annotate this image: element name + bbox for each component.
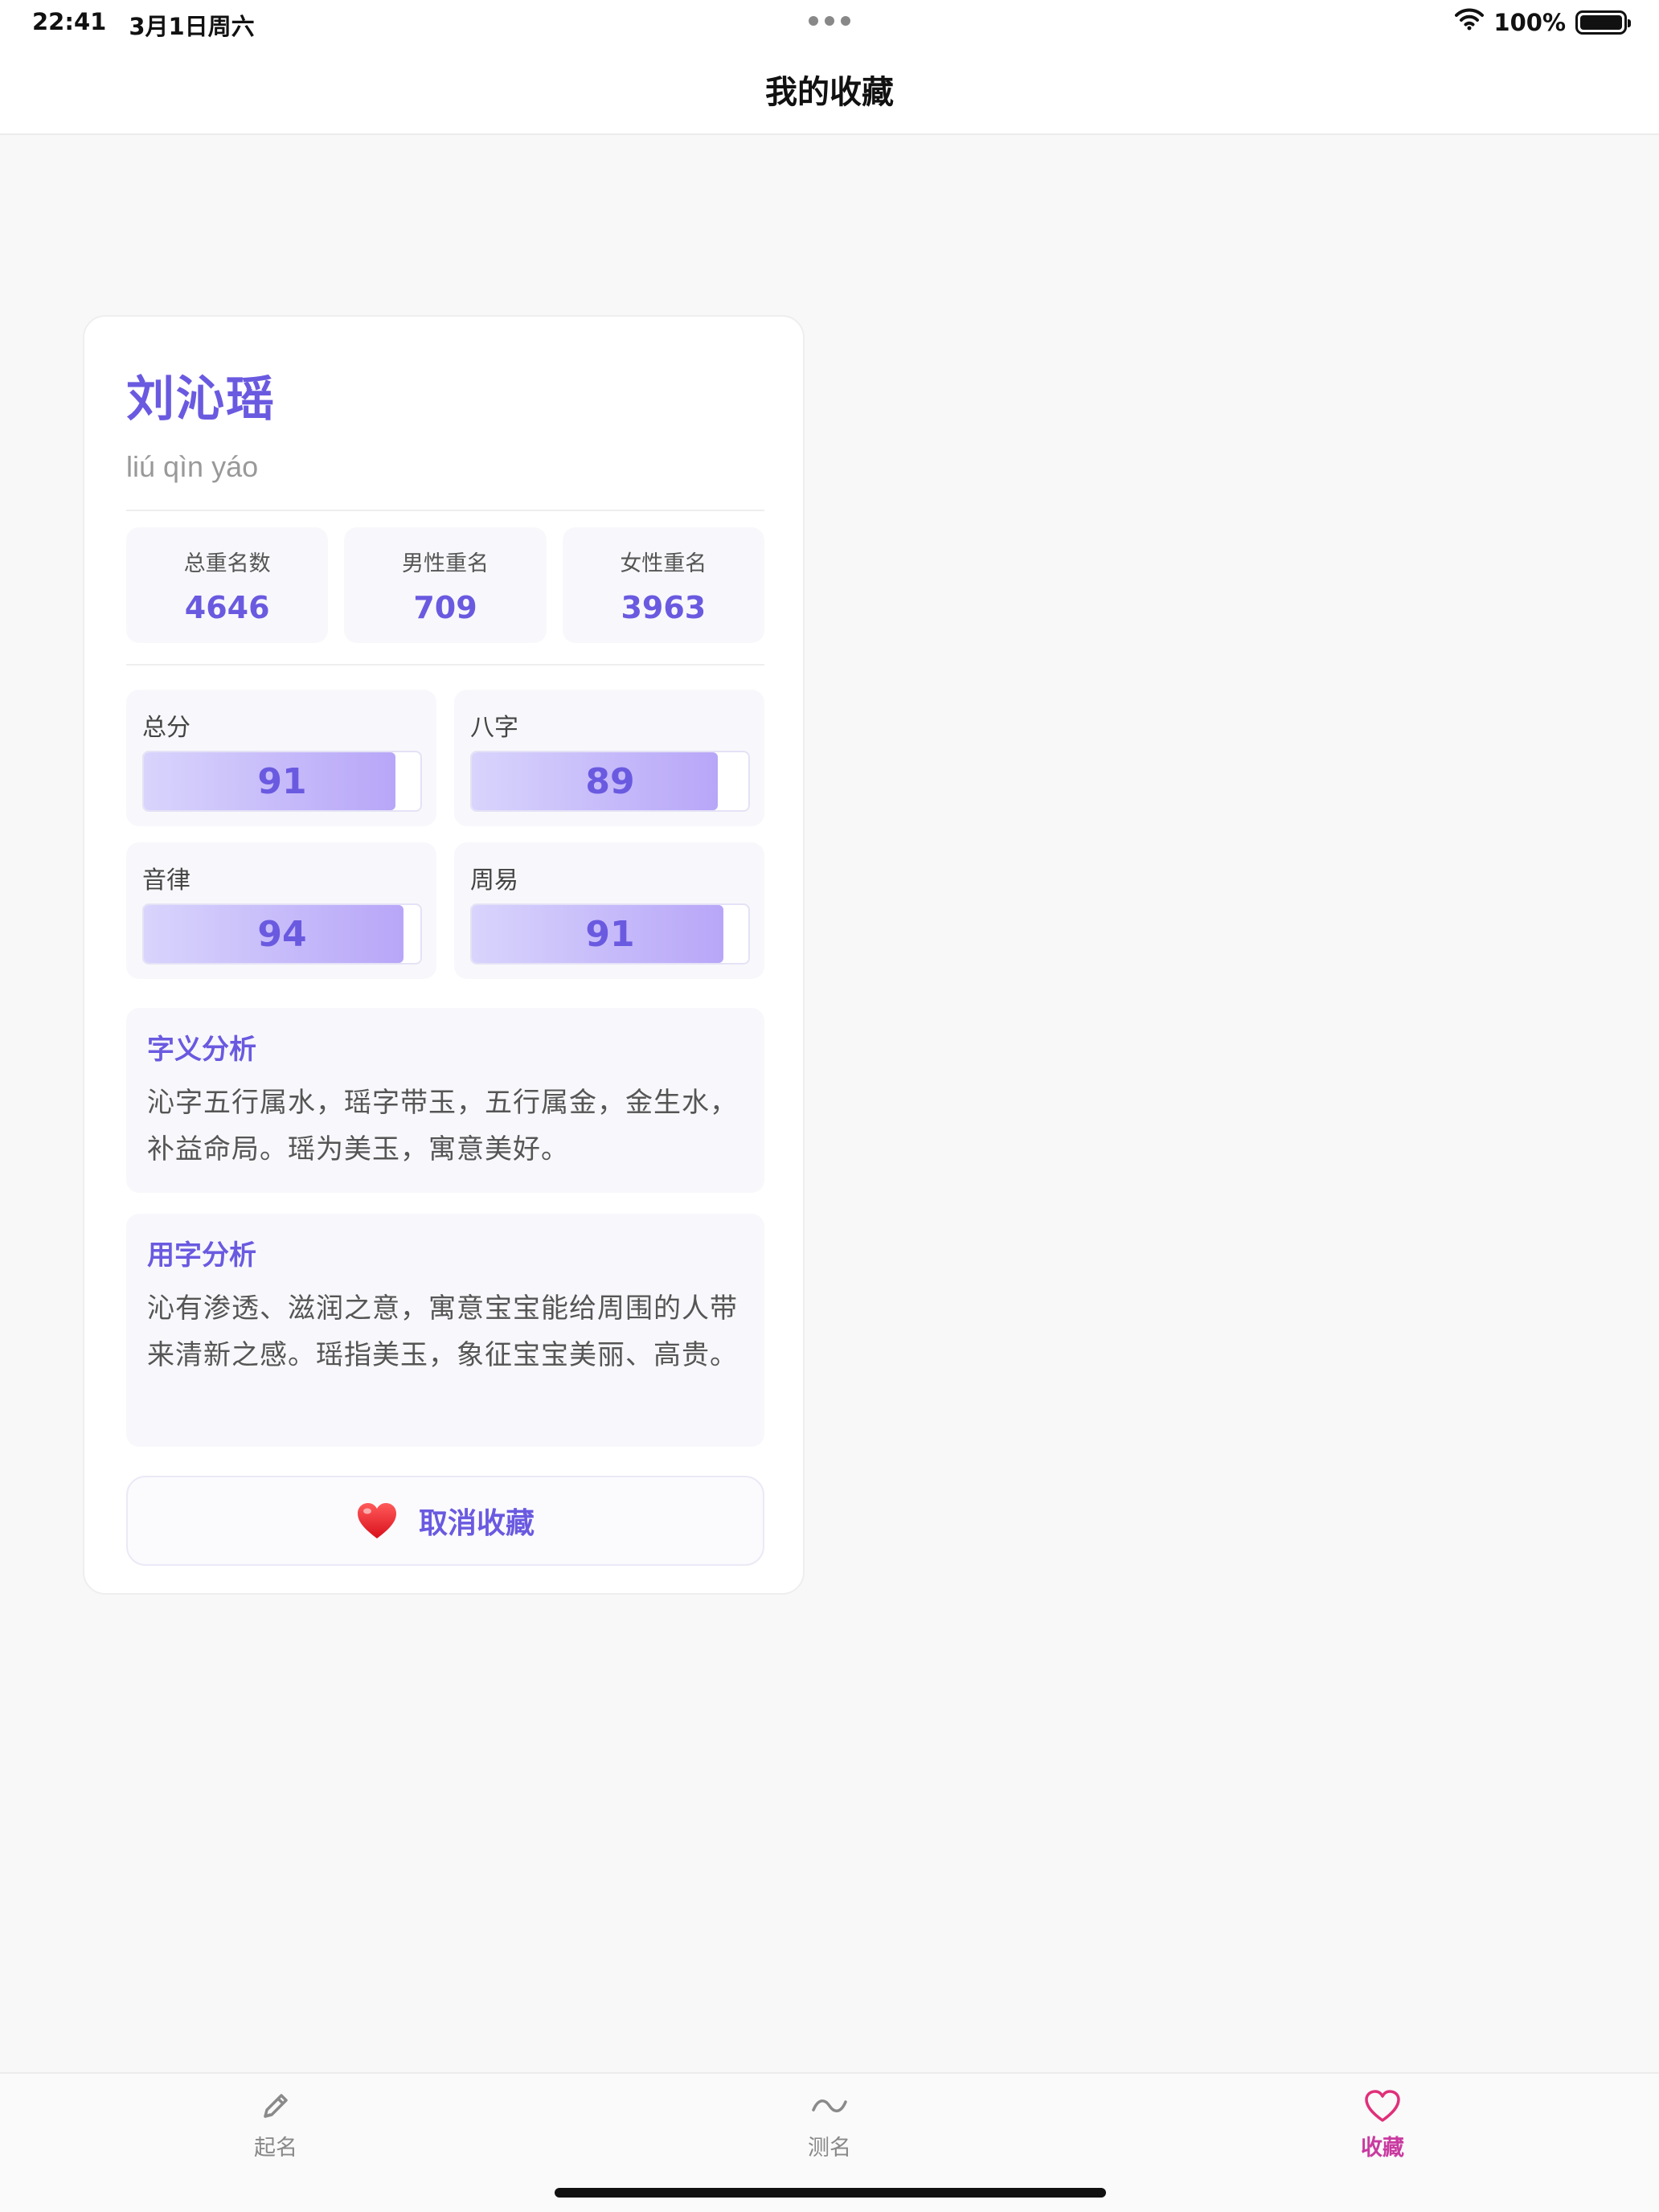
meaning-analysis-text: 沁字五行属水，瑶字带玉，五行属金，金生水，补益命局。瑶为美玉，寓意美好。 [147,1087,738,1165]
stat-label: 男性重名 [401,551,489,576]
usage-analysis-text: 沁有渗透、滋润之意，寓意宝宝能给周围的人带来清新之感。瑶指美玉，象征宝宝美丽、高… [147,1292,738,1371]
score-value: 94 [257,913,307,955]
score-label: 周易 [470,866,518,895]
favorite-name-card: 刘沁瑶 liú qìn yáo 总重名数 4646 男性重名 709 女性重名 … [83,315,805,1595]
tab-label: 测名 [808,2136,851,2161]
battery-icon [1575,10,1631,35]
wifi-icon [1455,8,1485,36]
score-zhouyi: 周易 91 [454,842,764,979]
stat-label: 总重名数 [183,551,271,576]
status-indicators: 100% [1455,8,1631,36]
unfavorite-button[interactable]: 取消收藏 [126,1476,764,1566]
tab-favorites[interactable]: 收藏 [1302,2087,1463,2167]
stat-total-duplicates: 总重名数 4646 [126,527,329,643]
tab-label: 收藏 [1361,2136,1404,2161]
stat-female-duplicates: 女性重名 3963 [562,527,764,643]
meaning-analysis-title: 字义分析 [147,1034,256,1066]
status-time-date: 22:41 3月1日周六 [32,8,255,42]
divider [126,510,764,511]
wave-icon [810,2087,849,2125]
score-total: 总分 91 [126,690,436,826]
divider [126,664,764,666]
score-value: 91 [257,760,307,802]
name-title: 刘沁瑶 [126,371,276,428]
score-label: 音律 [142,866,190,895]
stat-male-duplicates: 男性重名 709 [344,527,547,643]
nav-header: 我的收藏 [0,45,1659,135]
tab-label: 起名 [254,2136,297,2161]
stat-value: 3963 [621,589,707,625]
pencil-icon [256,2087,295,2125]
status-bar: 22:41 3月1日周六 100% [0,0,1659,45]
home-indicator[interactable] [555,2188,1106,2198]
stat-value: 709 [413,589,477,625]
score-value: 91 [585,913,635,955]
unfavorite-label: 取消收藏 [418,1507,535,1540]
score-bar: 91 [470,903,750,965]
score-phonetic: 音律 94 [126,842,436,979]
score-label: 八字 [470,714,518,742]
stat-value: 4646 [184,589,270,625]
score-value: 89 [585,760,635,802]
score-bar: 91 [142,751,422,812]
name-pinyin: liú qìn yáo [126,450,259,483]
duplicate-name-stats: 总重名数 4646 男性重名 709 女性重名 3963 [126,527,764,643]
heart-outline-icon [1363,2087,1402,2125]
tab-naming[interactable]: 起名 [195,2087,356,2167]
multitask-dots-icon[interactable] [807,16,852,27]
score-bar: 94 [142,903,422,965]
tab-test-name[interactable]: 测名 [749,2087,910,2167]
score-bar: 89 [470,751,750,812]
score-bazi: 八字 89 [454,690,764,826]
usage-analysis-section: 用字分析 沁有渗透、滋润之意，寓意宝宝能给周围的人带来清新之感。瑶指美玉，象征宝… [126,1214,764,1447]
stat-label: 女性重名 [620,551,707,576]
score-grid: 总分 91 八字 89 音律 94 周易 91 [126,690,764,979]
page-title: 我的收藏 [765,74,894,111]
status-date: 3月1日周六 [129,13,255,40]
battery-percent: 100% [1493,8,1566,36]
status-time: 22:41 [32,8,107,35]
heart-icon [356,1501,398,1540]
usage-analysis-title: 用字分析 [147,1239,256,1272]
score-label: 总分 [142,714,190,742]
meaning-analysis-section: 字义分析 沁字五行属水，瑶字带玉，五行属金，金生水，补益命局。瑶为美玉，寓意美好… [126,1008,764,1193]
